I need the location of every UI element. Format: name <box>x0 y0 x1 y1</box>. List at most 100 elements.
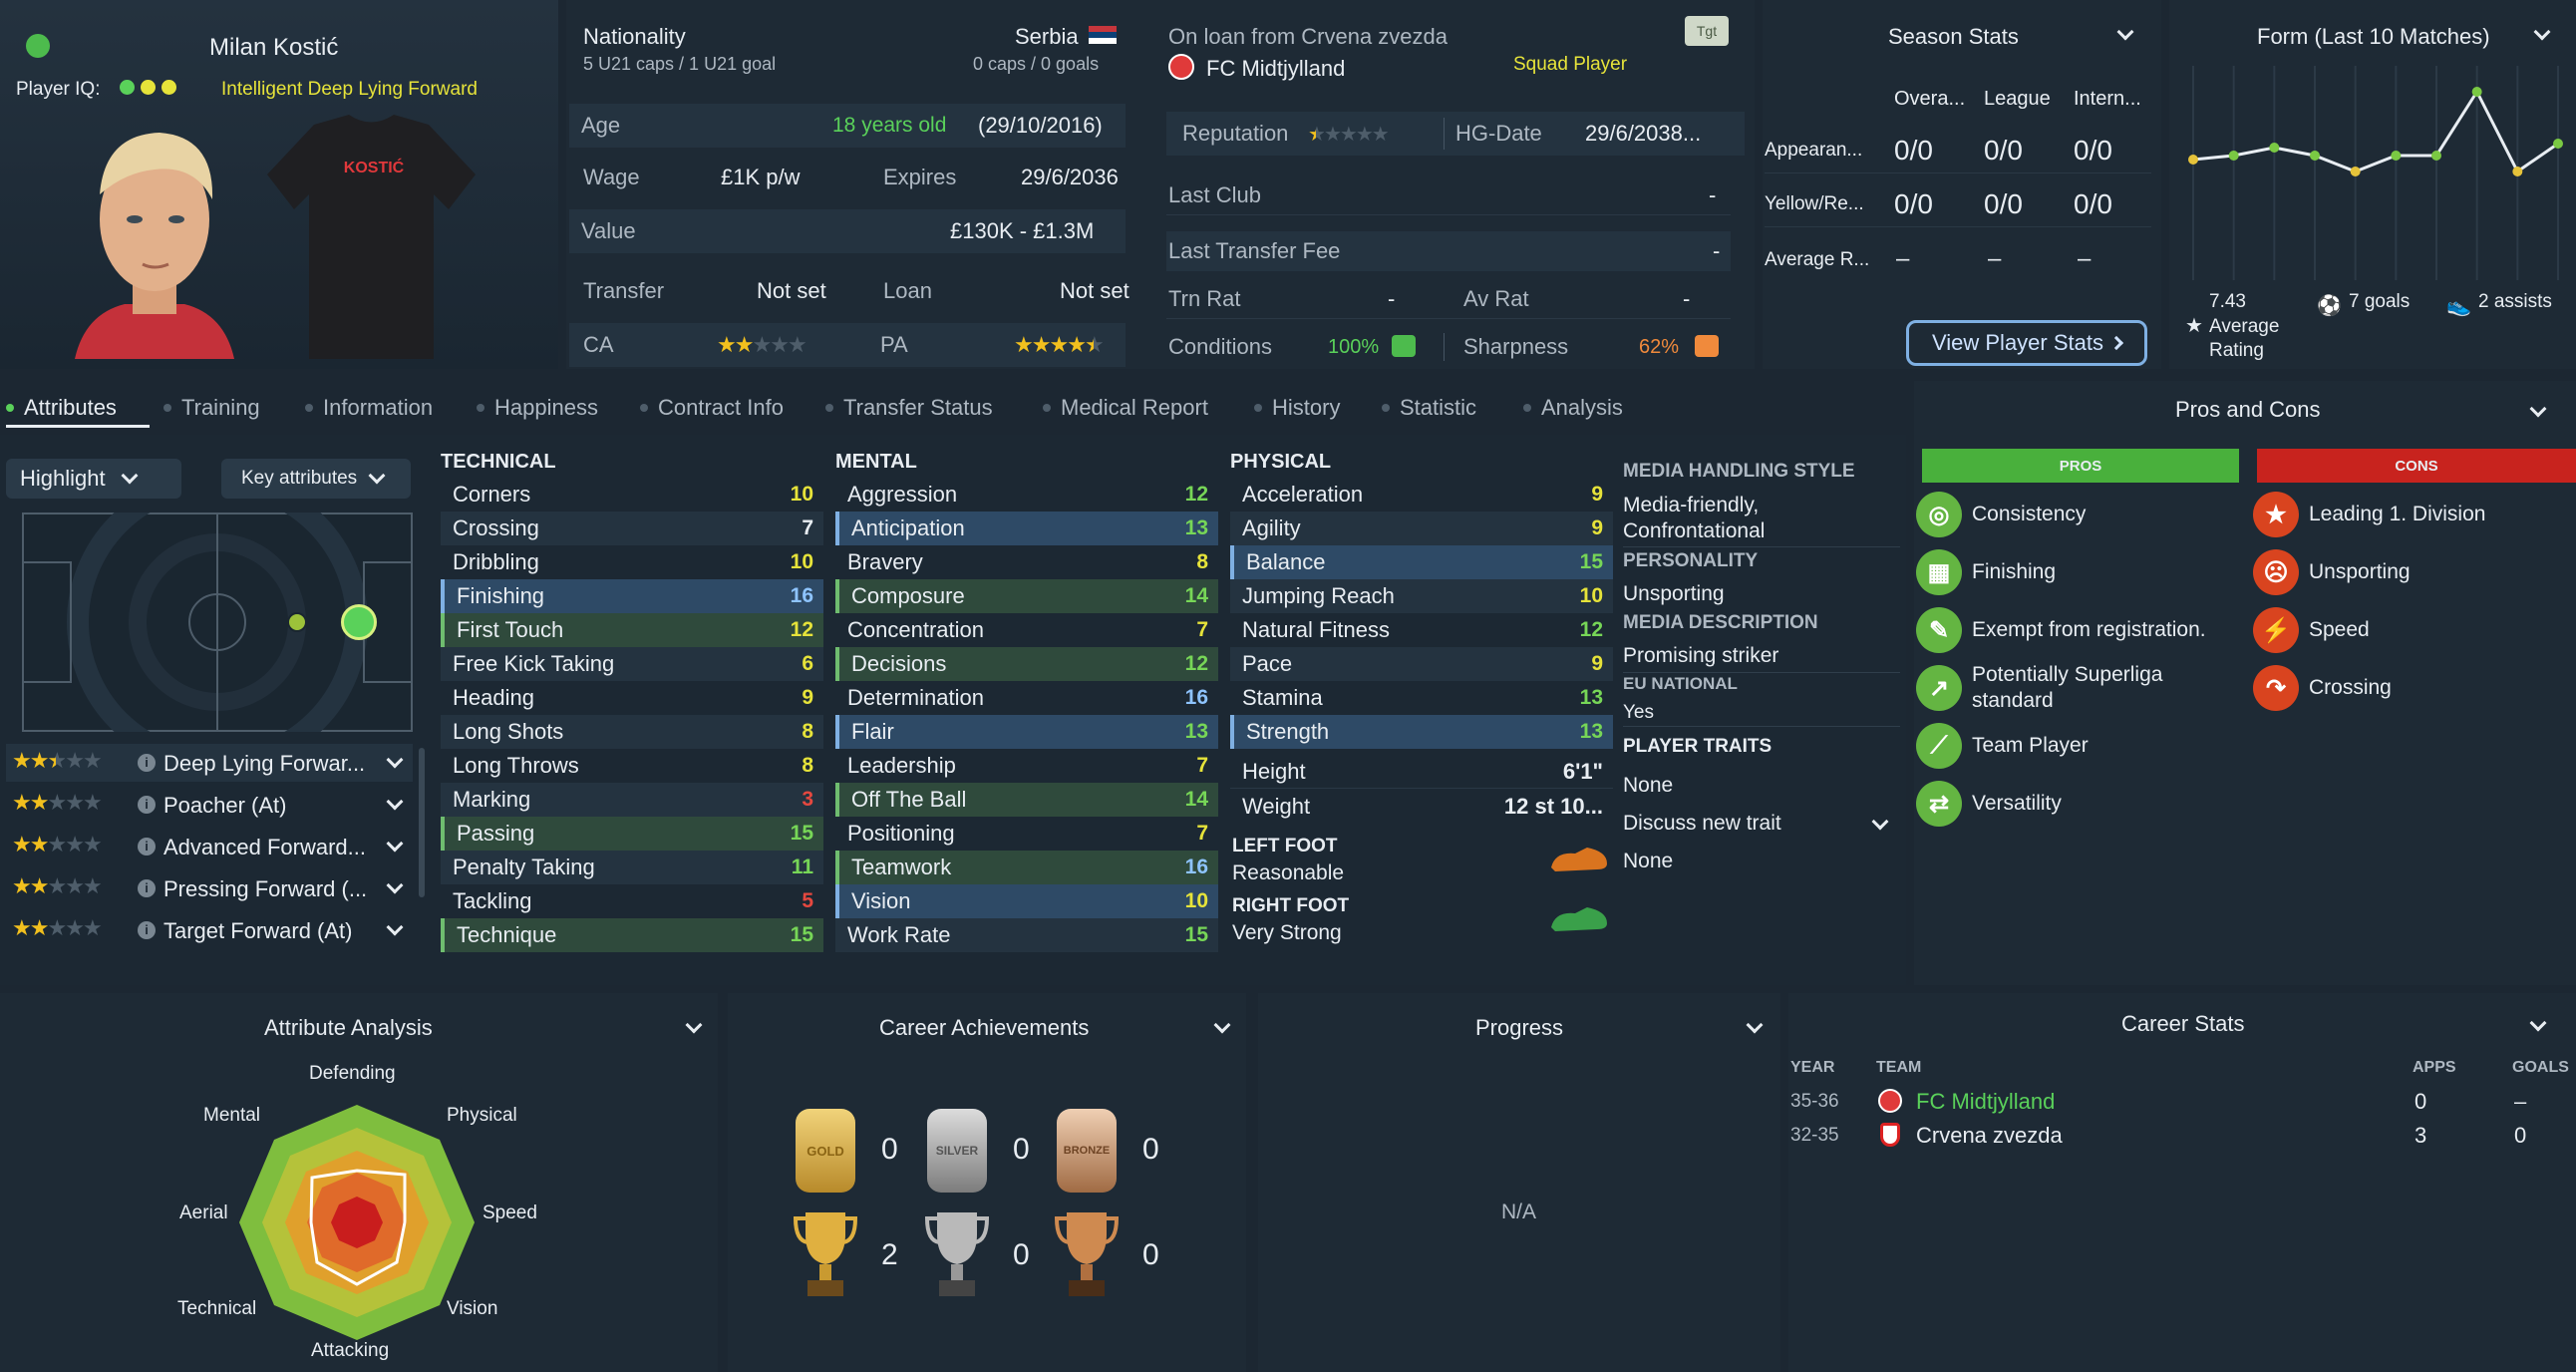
transfer-value[interactable]: Not set <box>757 278 826 304</box>
discuss-trait-dropdown[interactable]: Discuss new trait <box>1623 810 1892 844</box>
chevron-down-icon[interactable] <box>386 751 404 769</box>
info-icon[interactable]: i <box>138 838 156 856</box>
club-crest-icon <box>1880 1123 1900 1147</box>
role-row[interactable]: ★★★★★ i Pressing Forward (... <box>6 869 413 907</box>
attribute-row[interactable]: Positioning 7 <box>835 817 1218 851</box>
target-button[interactable]: Tgt <box>1685 16 1729 46</box>
chevron-down-icon <box>1871 813 1889 831</box>
attribute-row[interactable]: Pace 9 <box>1230 647 1613 681</box>
role-row[interactable]: ★★★★★ i Target Forward (At) <box>6 911 413 949</box>
attribute-row[interactable]: Acceleration 9 <box>1230 478 1613 512</box>
attribute-row[interactable]: Free Kick Taking 6 <box>441 647 823 681</box>
role-row[interactable]: ★★★★★ i Poacher (At) <box>6 786 413 824</box>
tab-happiness[interactable]: Happiness <box>477 395 598 421</box>
chevron-down-icon[interactable] <box>386 835 404 853</box>
form-point[interactable] <box>2269 143 2280 153</box>
left-foot-value: Reasonable <box>1232 861 1345 884</box>
attribute-row[interactable]: Crossing 7 <box>441 512 823 545</box>
attribute-row[interactable]: Marking 3 <box>441 783 823 817</box>
tab-attributes[interactable]: Attributes <box>6 395 117 421</box>
attribute-value: 3 <box>802 788 813 811</box>
attribute-row[interactable]: Jumping Reach 10 <box>1230 579 1613 613</box>
attribute-row[interactable]: Dribbling 10 <box>441 545 823 579</box>
form-point[interactable] <box>2553 139 2563 149</box>
attribute-row[interactable]: Flair 13 <box>835 715 1218 749</box>
form-point[interactable] <box>2228 151 2239 161</box>
career-row[interactable]: 35-36 FC Midtjylland 0 – <box>1788 1085 2576 1119</box>
attribute-row[interactable]: Aggression 12 <box>835 478 1218 512</box>
info-icon[interactable]: i <box>138 921 156 939</box>
career-team[interactable]: FC Midtjylland <box>1916 1089 2055 1115</box>
attribute-row[interactable]: Technique 15 <box>441 918 823 952</box>
view-player-stats-button[interactable]: View Player Stats <box>1906 320 2147 366</box>
attribute-row[interactable]: Agility 9 <box>1230 512 1613 545</box>
form-title: Form (Last 10 Matches) <box>2257 24 2490 49</box>
attribute-row[interactable]: Off The Ball 14 <box>835 783 1218 817</box>
career-team[interactable]: Crvena zvezda <box>1916 1123 2063 1149</box>
attribute-row[interactable]: Passing 15 <box>441 817 823 851</box>
attribute-row[interactable]: Bravery 8 <box>835 545 1218 579</box>
attribute-value: 7 <box>802 516 813 539</box>
attribute-row[interactable]: Composure 14 <box>835 579 1218 613</box>
attribute-name: Marking <box>453 787 531 812</box>
attribute-row[interactable]: Strength 13 <box>1230 715 1613 749</box>
expires-label: Expires <box>883 165 957 189</box>
form-point[interactable] <box>2471 87 2482 97</box>
role-row[interactable]: ★★★★★ i Deep Lying Forwar... <box>6 744 413 782</box>
attribute-row[interactable]: Long Shots 8 <box>441 715 823 749</box>
current-club[interactable]: FC Midtjylland <box>1206 56 1345 82</box>
info-icon[interactable]: i <box>138 754 156 772</box>
key-attributes-dropdown[interactable]: Key attributes <box>221 459 411 499</box>
tab-history[interactable]: History <box>1254 395 1340 421</box>
highlight-dropdown[interactable]: Highlight <box>6 459 181 499</box>
form-point[interactable] <box>2188 155 2198 165</box>
form-point[interactable] <box>2431 151 2441 161</box>
chevron-down-icon[interactable] <box>386 793 404 811</box>
tab-contract-info[interactable]: Contract Info <box>640 395 784 421</box>
career-row[interactable]: 32-35 Crvena zvezda 3 0 <box>1788 1119 2576 1153</box>
career-year: 32-35 <box>1790 1125 1839 1146</box>
attribute-row[interactable]: Tackling 5 <box>441 884 823 918</box>
season-stats-title: Season Stats <box>1888 24 2019 49</box>
attribute-row[interactable]: Decisions 12 <box>835 647 1218 681</box>
attribute-row[interactable]: Natural Fitness 12 <box>1230 613 1613 647</box>
role-row[interactable]: ★★★★★ i Advanced Forward... <box>6 828 413 865</box>
form-point[interactable] <box>2391 151 2402 161</box>
roles-scrollbar[interactable] <box>419 748 425 897</box>
radar-label: Physical <box>447 1105 517 1126</box>
attribute-row[interactable]: Teamwork 16 <box>835 851 1218 884</box>
chevron-down-icon[interactable] <box>386 876 404 894</box>
tab-training[interactable]: Training <box>163 395 260 421</box>
attribute-row[interactable]: Concentration 7 <box>835 613 1218 647</box>
form-point[interactable] <box>2350 167 2361 176</box>
info-icon[interactable]: i <box>138 796 156 814</box>
tab-analysis[interactable]: Analysis <box>1523 395 1623 421</box>
form-point[interactable] <box>2310 151 2320 161</box>
tab-information[interactable]: Information <box>305 395 433 421</box>
attribute-row[interactable]: Stamina 13 <box>1230 681 1613 715</box>
attribute-row[interactable]: Work Rate 15 <box>835 918 1218 952</box>
attribute-row[interactable]: Vision 10 <box>835 884 1218 918</box>
tab-transfer-status[interactable]: Transfer Status <box>825 395 993 421</box>
tab-active-underline <box>6 425 150 428</box>
attribute-row[interactable]: Determination 16 <box>835 681 1218 715</box>
attribute-row[interactable]: Anticipation 13 <box>835 512 1218 545</box>
attribute-row[interactable]: Finishing 16 <box>441 579 823 613</box>
hg-date-value: 29/6/2038... <box>1585 121 1702 146</box>
tab-medical-report[interactable]: Medical Report <box>1043 395 1208 421</box>
chevron-down-icon[interactable] <box>386 918 404 936</box>
tab-label: Happiness <box>494 395 598 420</box>
tab-label: History <box>1272 395 1341 420</box>
loan-value[interactable]: Not set <box>1060 278 1129 304</box>
attribute-row[interactable]: Leadership 7 <box>835 749 1218 783</box>
medal-text: SILVER <box>935 1144 979 1158</box>
attribute-row[interactable]: Corners 10 <box>441 478 823 512</box>
info-icon[interactable]: i <box>138 879 156 897</box>
attribute-row[interactable]: Balance 15 <box>1230 545 1613 579</box>
attribute-row[interactable]: First Touch 12 <box>441 613 823 647</box>
form-point[interactable] <box>2512 167 2523 176</box>
attribute-row[interactable]: Penalty Taking 11 <box>441 851 823 884</box>
tab-statistic[interactable]: Statistic <box>1382 395 1476 421</box>
attribute-row[interactable]: Long Throws 8 <box>441 749 823 783</box>
attribute-row[interactable]: Heading 9 <box>441 681 823 715</box>
